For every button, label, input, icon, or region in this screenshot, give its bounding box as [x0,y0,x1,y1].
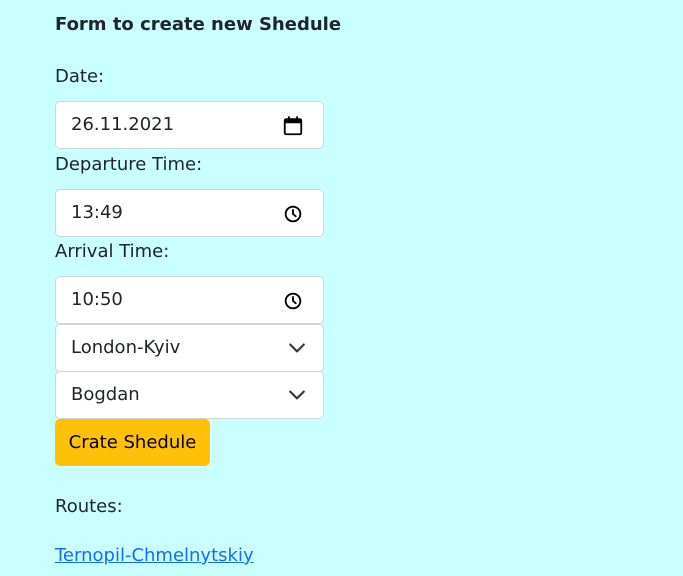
arrival-time-input[interactable]: 10:50 [55,276,324,324]
route-link[interactable]: Ternopil-Chmelnytskiy [55,545,254,566]
routes-label: Routes: [55,496,123,517]
chevron-down-icon [289,343,305,353]
driver-select-value: Bogdan [71,384,140,405]
calendar-icon[interactable] [282,115,304,137]
arrival-time-value: 10:50 [71,289,123,310]
departure-time-value: 13:49 [71,202,123,223]
departure-time-label: Departure Time: [55,154,203,175]
departure-time-input[interactable]: 13:49 [55,189,324,237]
driver-select[interactable]: Bogdan [55,371,324,419]
chevron-down-icon [289,390,305,400]
create-schedule-button[interactable]: Crate Shedule [55,419,210,466]
arrival-time-label: Arrival Time: [55,241,170,262]
form-title: Form to create new Shedule [55,14,342,35]
clock-icon[interactable] [282,290,304,312]
route-select[interactable]: London-Kyiv [55,324,324,372]
route-select-value: London-Kyiv [71,337,181,358]
date-input[interactable]: 26.11.2021 [55,101,324,149]
clock-icon[interactable] [282,203,304,225]
date-label: Date: [55,66,105,87]
date-value: 26.11.2021 [71,114,175,135]
